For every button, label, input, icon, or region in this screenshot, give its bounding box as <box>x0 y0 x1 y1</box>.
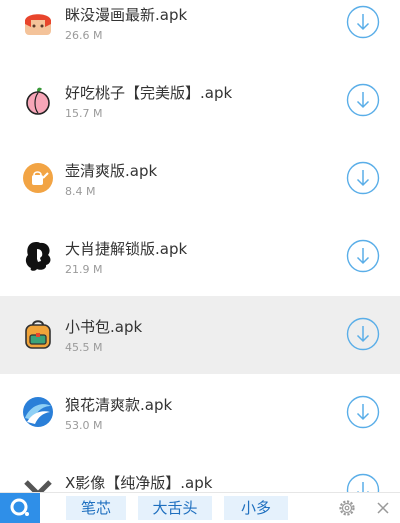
gear-icon[interactable] <box>338 499 356 517</box>
wave-icon <box>22 396 54 428</box>
download-icon[interactable] <box>346 239 380 273</box>
file-size: 26.6 M <box>65 29 103 42</box>
tag-button[interactable]: 大舌头 <box>138 496 212 520</box>
peach-icon <box>22 84 54 116</box>
file-name: 小书包.apk <box>65 318 143 336</box>
file-name: 好吃桃子【完美版】.apk <box>65 84 233 102</box>
file-row-selected[interactable]: 小书包.apk 45.5 M <box>0 296 400 374</box>
file-name: X影像【纯净版】.apk <box>65 474 213 492</box>
backpack-icon <box>22 318 54 350</box>
file-size: 21.9 M <box>65 263 103 276</box>
watering-can-icon <box>22 162 54 194</box>
manga-app-icon <box>22 6 54 38</box>
download-icon[interactable] <box>346 395 380 429</box>
file-name: 狼花清爽款.apk <box>65 396 173 414</box>
file-row[interactable]: 好吃桃子【完美版】.apk 15.7 M <box>0 62 400 140</box>
file-name: 大肖捷解锁版.apk <box>65 240 188 258</box>
woman-silhouette-icon <box>22 240 54 272</box>
file-size: 53.0 M <box>65 419 103 432</box>
file-row[interactable]: 大肖捷解锁版.apk 21.9 M <box>0 218 400 296</box>
file-name: 眯没漫画最新.apk <box>65 6 188 24</box>
file-row[interactable]: X影像【纯净版】.apk <box>0 452 400 492</box>
file-size: 8.4 M <box>65 185 96 198</box>
close-icon[interactable] <box>375 500 391 516</box>
download-icon[interactable] <box>346 473 380 492</box>
file-row[interactable]: 壶清爽版.apk 8.4 M <box>0 140 400 218</box>
file-row[interactable]: 眯没漫画最新.apk 26.6 M <box>0 0 400 62</box>
tag-button[interactable]: 小多 <box>224 496 288 520</box>
download-icon[interactable] <box>346 83 380 117</box>
download-icon[interactable] <box>346 317 380 351</box>
tag-button[interactable]: 笔芯 <box>66 496 126 520</box>
file-size: 45.5 M <box>65 341 103 354</box>
file-name: 壶清爽版.apk <box>65 162 158 180</box>
file-row[interactable]: 狼花清爽款.apk 53.0 M <box>0 374 400 452</box>
file-list: 眯没漫画最新.apk 26.6 M 好吃桃子【完美版】.apk 15.7 M 壶… <box>0 0 400 492</box>
file-size: 15.7 M <box>65 107 103 120</box>
download-icon[interactable] <box>346 161 380 195</box>
search-logo-icon[interactable] <box>0 493 40 523</box>
bottom-toolbar: 笔芯 大舌头 小多 <box>0 492 400 523</box>
download-icon[interactable] <box>346 5 380 39</box>
x-video-icon <box>22 474 54 492</box>
